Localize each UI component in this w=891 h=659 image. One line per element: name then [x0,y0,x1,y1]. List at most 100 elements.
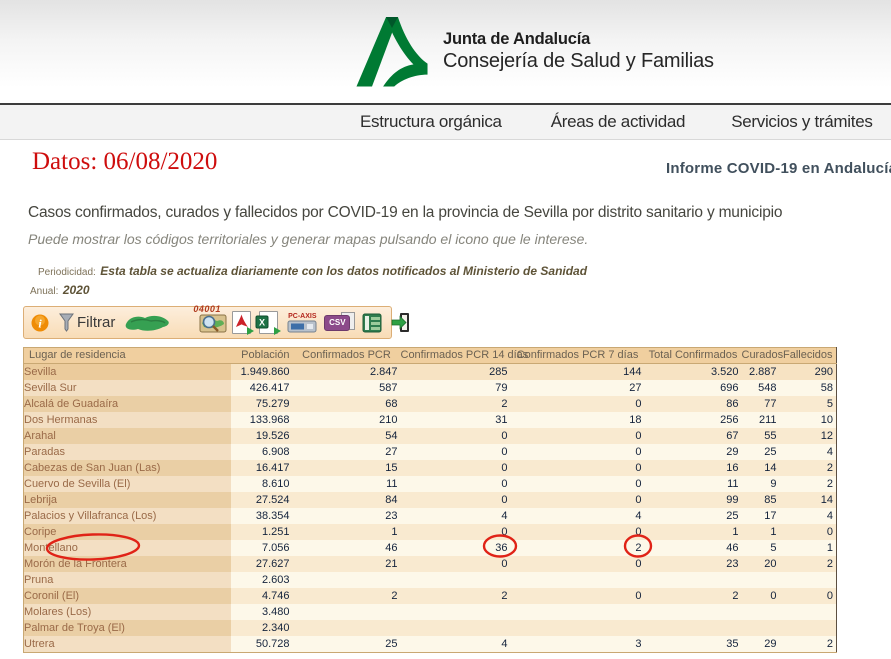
row-place-name: Molares (Los) [24,604,231,620]
row-value [511,604,645,620]
row-value: 696 [645,380,742,396]
table-row: Alcalá de Guadaíra75.279682086775 [24,396,837,412]
table-row: Palacios y Villafranca (Los)38.354234425… [24,508,837,524]
row-value: 84 [293,492,401,508]
row-place-name: Lebrija [24,492,231,508]
row-value [293,572,401,588]
row-value: 144 [511,364,645,381]
row-place-name: Arahal [24,428,231,444]
table-row: Morón de la Frontera27.627210023202 [24,556,837,572]
row-value: 4 [401,636,511,653]
row-value: 0 [511,460,645,476]
row-value: 0 [401,492,511,508]
row-value: 0 [511,428,645,444]
row-value: 0 [511,524,645,540]
table-row: Coronil (El)4.746220200 [24,588,837,604]
table-row: Sevilla Sur426.417587792769654858 [24,380,837,396]
row-place-name: Dos Hermanas [24,412,231,428]
row-value: 0 [401,428,511,444]
row-value: 290 [780,364,837,381]
row-value: 36 [401,540,511,556]
row-place-name: Cuervo de Sevilla (El) [24,476,231,492]
row-value: 35 [645,636,742,653]
row-value: 0 [511,476,645,492]
filter-button-label[interactable]: Filtrar [77,314,115,331]
row-value [780,604,837,620]
covid-data-table: Lugar de residenciaPoblaciónConfirmados … [23,347,837,653]
table-row: Paradas6.908270029254 [24,444,837,460]
csv-export-icon[interactable]: CSV [324,315,350,331]
main-nav: Estructura orgánica Áreas de actividad S… [0,105,891,140]
row-place-name: Morón de la Frontera [24,556,231,572]
row-value [645,620,742,636]
row-value: 25 [293,636,401,653]
row-place-name: Palacios y Villafranca (Los) [24,508,231,524]
column-header: Curados [742,348,780,364]
row-value: 58 [780,380,837,396]
nav-item-areas[interactable]: Áreas de actividad [551,112,685,132]
excel-export-icon[interactable]: X [259,311,278,334]
row-value: 0 [401,524,511,540]
row-value: 1 [293,524,401,540]
row-value: 11 [293,476,401,492]
table-row: Pruna2.603 [24,572,837,588]
row-value [645,572,742,588]
map-code-label: 04001 [193,304,221,314]
row-value [293,620,401,636]
info-icon[interactable]: i [31,314,49,332]
row-value [742,604,780,620]
row-value: 9 [742,476,780,492]
row-place-name: Montellano [24,540,231,556]
row-value: 15 [293,460,401,476]
row-value: 54 [293,428,401,444]
row-value: 14 [742,460,780,476]
nav-item-servicios[interactable]: Servicios y trámites [731,112,872,132]
row-value: 27.524 [231,492,293,508]
row-value: 27.627 [231,556,293,572]
pcaxis-export-icon[interactable]: PC-AXIS [287,313,317,333]
row-value: 1 [742,524,780,540]
row-value: 79 [401,380,511,396]
periodicity-line: Periodicidad: Esta tabla se actualiza di… [38,262,587,280]
row-value: 0 [511,444,645,460]
row-value: 2 [511,540,645,556]
export-arrow [247,327,254,335]
table-row: Cuervo de Sevilla (El)8.61011001192 [24,476,837,492]
row-value [780,620,837,636]
row-value: 133.968 [231,412,293,428]
row-value: 55 [742,428,780,444]
table-row: Lebrija27.5248400998514 [24,492,837,508]
nav-item-estructura[interactable]: Estructura orgánica [360,112,502,132]
row-value: 29 [742,636,780,653]
row-value: 2 [780,556,837,572]
exit-icon[interactable] [391,312,411,333]
row-value: 46 [645,540,742,556]
table-row: Montellano7.056463624651 [24,540,837,556]
workbook-icon[interactable] [362,313,382,333]
andalucia-map-icon[interactable] [123,312,171,333]
row-value: 99 [645,492,742,508]
column-header: Lugar de residencia [24,348,231,364]
report-link[interactable]: Informe COVID-19 en Andalucía [666,160,891,177]
filter-icon[interactable] [59,313,74,332]
row-value: 16.417 [231,460,293,476]
pdf-export-icon[interactable] [232,311,251,334]
row-value: 4 [401,508,511,524]
row-value: 0 [780,524,837,540]
brand-subtitle: Consejería de Salud y Familias [443,49,714,73]
table-toolbar: i Filtrar 04001 [23,306,392,339]
row-value [742,620,780,636]
row-value: 2.603 [231,572,293,588]
row-value: 0 [401,556,511,572]
row-value [511,620,645,636]
row-value: 14 [780,492,837,508]
row-value: 0 [511,492,645,508]
row-value [742,572,780,588]
periodicity-value: Esta tabla se actualiza diariamente con … [100,264,587,278]
row-place-name: Pruna [24,572,231,588]
table-row: Arahal19.5265400675512 [24,428,837,444]
row-value: 2.847 [293,364,401,381]
map-zoom-icon[interactable]: 04001 [199,311,227,334]
row-value: 77 [742,396,780,412]
table-row: Cabezas de San Juan (Las)16.417150016142 [24,460,837,476]
